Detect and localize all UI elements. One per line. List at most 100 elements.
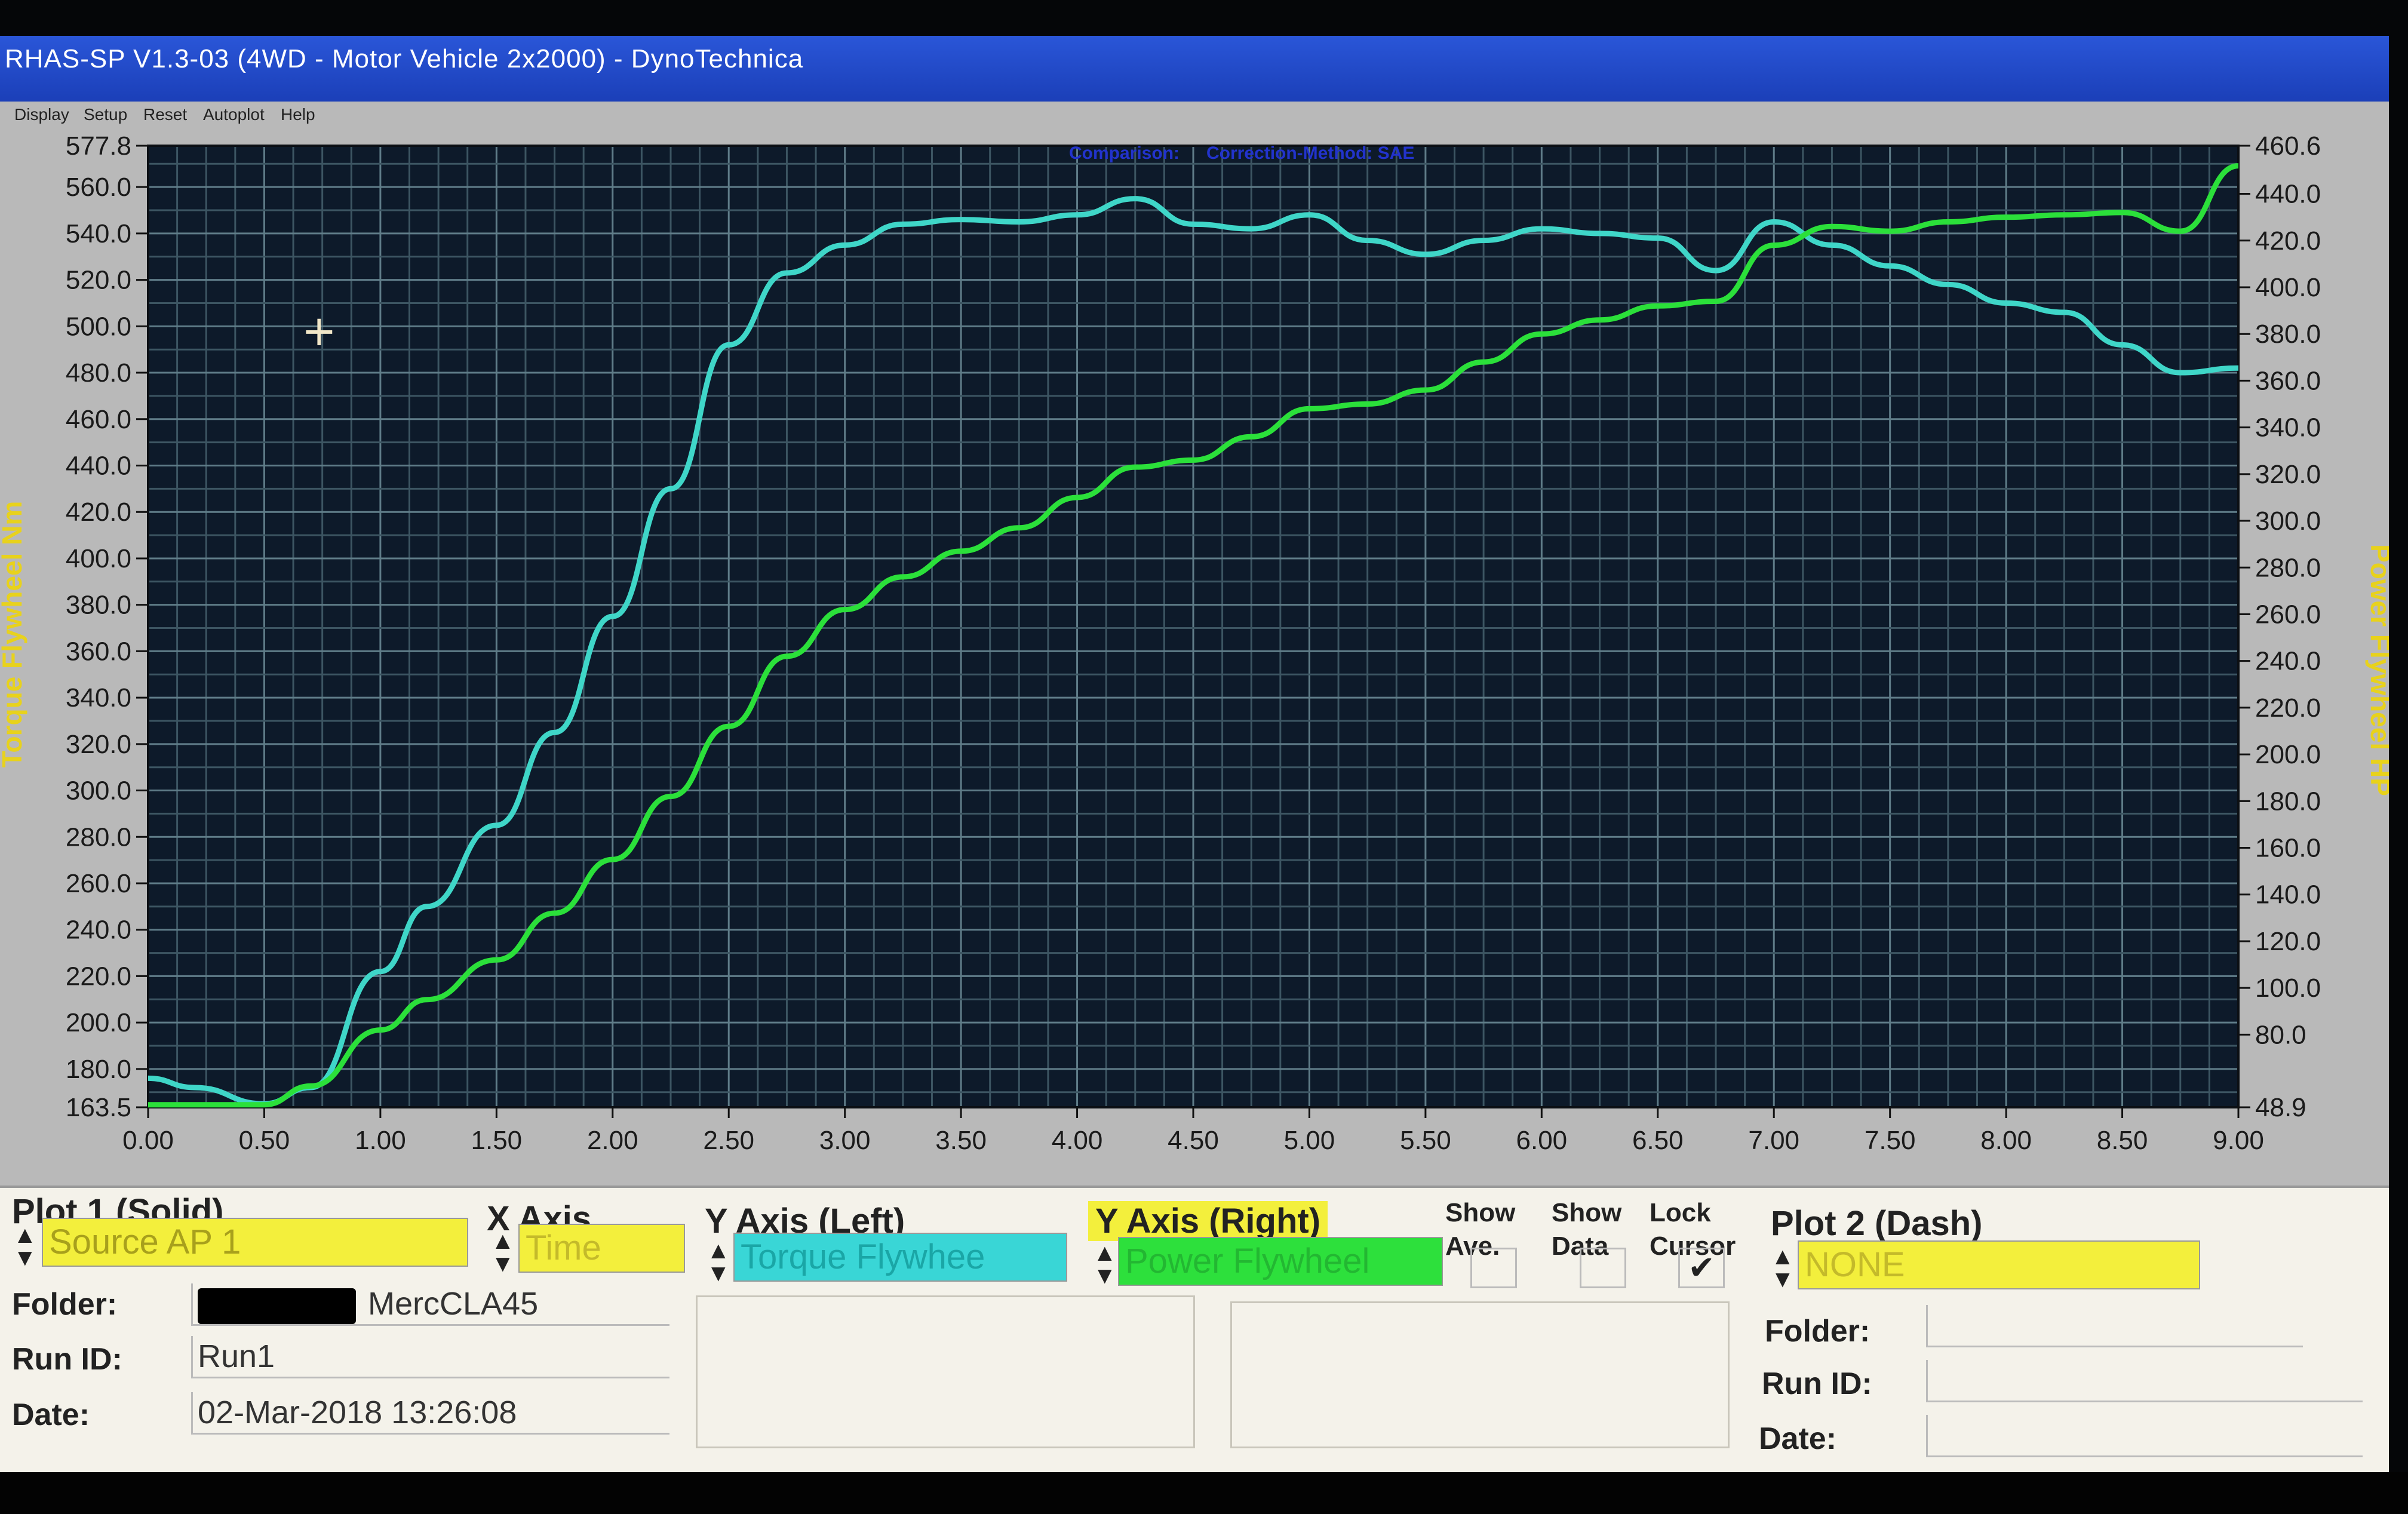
- x-tick-label: 6.00: [1516, 1126, 1568, 1155]
- y-left-spinner-icon[interactable]: ▲ ▼: [707, 1239, 730, 1285]
- y-right-title: Y Axis (Right): [1088, 1201, 1328, 1241]
- y-left-tick-label: 577.8: [66, 133, 131, 161]
- y-left-tick-label: 360.0: [66, 637, 131, 666]
- y-left-axis-title: Torque Flywheel Nm: [0, 501, 27, 767]
- plot2-source-spinner-icon[interactable]: ▲ ▼: [1771, 1245, 1795, 1291]
- x-tick-label: 7.50: [1865, 1126, 1916, 1155]
- x-tick-label: 3.50: [935, 1126, 987, 1155]
- x-tick-label: 0.00: [122, 1126, 174, 1155]
- window-title: RHAS-SP V1.3-03 (4WD - Motor Vehicle 2x2…: [5, 44, 804, 73]
- plot1-folder-label: Folder:: [12, 1287, 118, 1322]
- plot2-date-label: Date:: [1759, 1421, 1837, 1456]
- y-left-tick-label: 380.0: [66, 591, 131, 620]
- plot1-runid-label: Run ID:: [12, 1342, 122, 1377]
- chart-svg: 0.00 0.50 1.00 1.50 2.00 2.50 3.00 3.50 4.00 4.50…: [0, 133, 2389, 1196]
- x-tick-label: 0.50: [239, 1126, 290, 1155]
- title-bar: RHAS-SP V1.3-03 (4WD - Motor Vehicle 2x2…: [0, 36, 2389, 102]
- plot2-folder-field[interactable]: [1926, 1305, 2303, 1347]
- x-tick-label: 1.00: [355, 1126, 406, 1155]
- y-right-select[interactable]: Power Flywheel: [1118, 1237, 1443, 1286]
- plot-settings-panel: Plot 1 (Solid) ▲ ▼ Source AP 1 X Axis ▲ ▼ …: [0, 1186, 2389, 1475]
- menu-autoplot[interactable]: Autoplot: [203, 105, 265, 124]
- show-ave-checkbox[interactable]: [1470, 1248, 1517, 1288]
- y-right-tick-label: 100.0: [2255, 973, 2321, 1003]
- plot1-folder-value: MercCLA45: [368, 1286, 539, 1322]
- x-tick-label: 8.50: [2097, 1126, 2148, 1155]
- show-data-checkbox[interactable]: [1580, 1248, 1626, 1288]
- x-tick-label: 5.00: [1284, 1126, 1335, 1155]
- x-axis-info-box: [696, 1295, 1195, 1448]
- y-axis-info-box: [1230, 1301, 1730, 1448]
- plot1-date-label: Date:: [12, 1398, 90, 1432]
- y-right-tick-label: 48.9: [2255, 1093, 2306, 1122]
- plot1-source-select[interactable]: Source AP 1: [42, 1218, 468, 1267]
- x-tick-label: 3.00: [819, 1126, 871, 1155]
- plot2-date-field[interactable]: [1926, 1415, 2363, 1457]
- plot1-folder-field[interactable]: MercCLA45: [191, 1283, 669, 1326]
- y-right-tick-label: 260.0: [2255, 600, 2321, 629]
- y-right-tick-label: 420.0: [2255, 226, 2321, 256]
- comparison-label: Comparison:: [1069, 143, 1180, 163]
- x-tick-label: 6.50: [1632, 1126, 1684, 1155]
- y-left-tick-label: 480.0: [66, 358, 131, 388]
- redacted-block: [198, 1288, 356, 1324]
- lock-cursor-checkbox[interactable]: ✔: [1678, 1248, 1725, 1288]
- monitor-bezel: [0, 1472, 2408, 1514]
- y-left-tick-label: 460.0: [66, 405, 131, 434]
- y-left-tick-label: 420.0: [66, 497, 131, 527]
- plot2-title: Plot 2 (Dash): [1771, 1204, 1983, 1243]
- menu-bar: Display Setup Reset Autoplot Help: [0, 102, 2389, 133]
- y-right-tick-label: 80.0: [2255, 1020, 2306, 1049]
- y-left-tick-label: 400.0: [66, 544, 131, 573]
- y-left-tick-label: 280.0: [66, 822, 131, 852]
- y-right-tick-label: 300.0: [2255, 506, 2321, 536]
- y-left-tick-label: 340.0: [66, 683, 131, 713]
- plot1-source-spinner-icon[interactable]: ▲ ▼: [13, 1223, 37, 1270]
- x-axis-spinner-icon[interactable]: ▲ ▼: [491, 1229, 515, 1276]
- y-left-tick-label: 520.0: [66, 266, 131, 295]
- y-right-tick-label: 220.0: [2255, 693, 2321, 723]
- x-tick-label: 2.00: [587, 1126, 638, 1155]
- menu-help[interactable]: Help: [281, 105, 315, 124]
- x-tick-label: 1.50: [471, 1126, 523, 1155]
- menu-setup[interactable]: Setup: [84, 105, 127, 124]
- menu-display[interactable]: Display: [14, 105, 69, 124]
- y-left-tick-label: 200.0: [66, 1008, 131, 1037]
- x-tick-label: 4.50: [1168, 1126, 1219, 1155]
- plot1-runid-field[interactable]: Run1: [191, 1336, 669, 1378]
- y-left-select[interactable]: Torque Flywhee: [733, 1233, 1067, 1282]
- y-right-tick-label: 440.0: [2255, 180, 2321, 209]
- dyno-chart: 0.00 0.50 1.00 1.50 2.00 2.50 3.00 3.50 4.00 4.50…: [0, 133, 2389, 1196]
- y-left-tick-label: 540.0: [66, 219, 131, 248]
- y-left-tick-label: 163.5: [66, 1093, 131, 1122]
- y-right-tick-label: 280.0: [2255, 553, 2321, 582]
- plot2-source-select[interactable]: NONE: [1798, 1240, 2200, 1289]
- y-right-tick-label: 140.0: [2255, 880, 2321, 910]
- y-right-tick-label: 360.0: [2255, 366, 2321, 395]
- y-right-tick-label: 200.0: [2255, 740, 2321, 769]
- cursor-crosshair-icon[interactable]: +: [302, 306, 337, 355]
- x-tick-label: 2.50: [703, 1126, 754, 1155]
- y-right-tick-label: 180.0: [2255, 787, 2321, 816]
- y-right-tick-label: 120.0: [2255, 927, 2321, 956]
- plot1-date-field[interactable]: 02-Mar-2018 13:26:08: [191, 1392, 669, 1435]
- menu-reset[interactable]: Reset: [143, 105, 187, 124]
- y-right-tick-label: 160.0: [2255, 834, 2321, 863]
- y-right-tick-label: 380.0: [2255, 320, 2321, 349]
- y-right-spinner-icon[interactable]: ▲ ▼: [1093, 1241, 1117, 1288]
- plot2-folder-label: Folder:: [1765, 1314, 1870, 1349]
- y-left-tick-label: 260.0: [66, 869, 131, 898]
- x-tick-label: 9.00: [2213, 1126, 2264, 1155]
- plot2-runid-label: Run ID:: [1762, 1366, 1872, 1401]
- x-tick-label: 5.50: [1400, 1126, 1451, 1155]
- y-left-tick-label: 300.0: [66, 776, 131, 806]
- x-axis-select[interactable]: Time: [518, 1224, 685, 1273]
- x-tick-label: 8.00: [1980, 1126, 2032, 1155]
- x-tick-label: 4.00: [1052, 1126, 1103, 1155]
- y-right-tick-label: 460.6: [2255, 133, 2321, 161]
- y-left-tick-label: 560.0: [66, 173, 131, 202]
- y-right-tick-label: 340.0: [2255, 413, 2321, 443]
- y-left-tick-label: 220.0: [66, 962, 131, 991]
- y-left-tick-label: 440.0: [66, 452, 131, 481]
- plot2-runid-field[interactable]: [1926, 1360, 2363, 1402]
